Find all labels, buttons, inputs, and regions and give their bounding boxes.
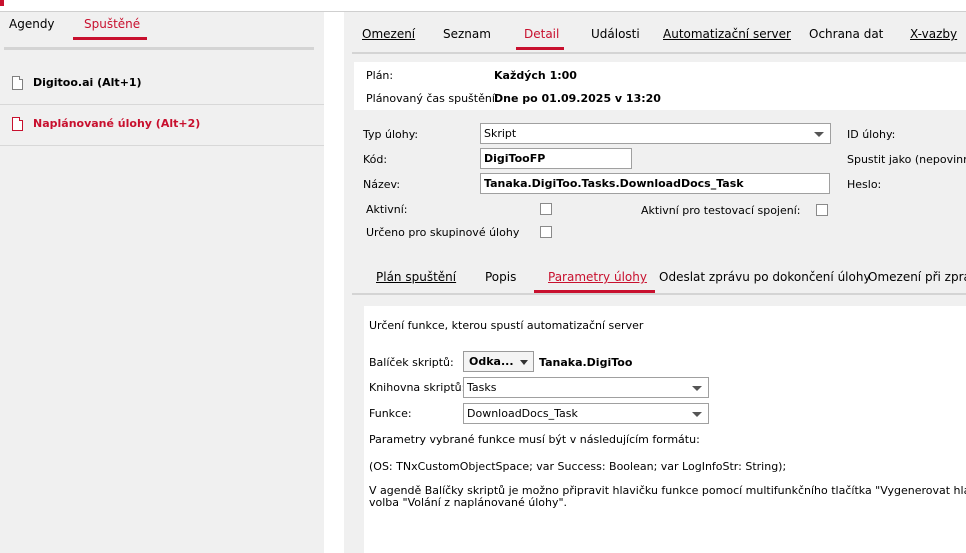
active-checkbox[interactable] — [540, 203, 552, 215]
code-label: Kód: — [363, 153, 388, 166]
nav-item-label: Digitoo.ai (Alt+1) — [33, 76, 142, 89]
tab-udalosti[interactable]: Události — [591, 27, 640, 41]
document-icon — [12, 117, 23, 131]
code-field[interactable]: DigiTooFP — [480, 148, 632, 169]
subtab-divider — [352, 293, 966, 295]
test-connection-checkbox[interactable] — [816, 204, 828, 216]
chevron-down-icon — [692, 386, 702, 391]
nav-item-label: Naplánované úlohy (Alt+2) — [33, 117, 201, 130]
task-parameters-panel — [364, 306, 966, 553]
library-value: Tasks — [467, 381, 497, 394]
format-note: Parametry vybrané funkce musí být v násl… — [369, 433, 700, 446]
subtab-plan-spusteni[interactable]: Plán spuštění — [376, 270, 456, 284]
group-tasks-checkbox[interactable] — [540, 226, 552, 238]
function-value: DownloadDocs_Task — [467, 407, 578, 420]
brand-mark — [0, 0, 4, 6]
active-label: Aktivní: — [366, 203, 408, 216]
type-value: Skript — [484, 127, 517, 140]
params-intro: Určení funkce, kterou spustí automatizač… — [369, 319, 644, 332]
pane-gap — [324, 12, 344, 553]
tab-spustene[interactable]: Spuštěné — [84, 17, 140, 31]
tab-label: Omezení — [362, 27, 416, 41]
function-label: Funkce: — [369, 407, 412, 420]
type-select[interactable]: Skript — [480, 123, 831, 144]
chevron-down-icon — [520, 360, 528, 365]
subtab-label: Parametry úlohy — [548, 270, 647, 284]
nav-item-digitoo[interactable]: Digitoo.ai (Alt+1) — [0, 64, 324, 105]
left-tab-divider — [4, 47, 314, 50]
tab-automatizacni-server[interactable]: Automatizační server — [663, 27, 791, 41]
tab-ochrana-dat[interactable]: Ochrana dat — [809, 27, 883, 41]
tab-label: Automatizační server — [663, 27, 791, 41]
package-value: Tanaka.DigiToo — [539, 356, 633, 369]
name-field[interactable]: Tanaka.DigiToo.Tasks.DownloadDocs_Task — [480, 173, 830, 194]
tab-agendy[interactable]: Agendy — [9, 17, 55, 31]
name-label: Název: — [363, 178, 401, 191]
active-tab-indicator — [516, 47, 564, 50]
test-connection-label: Aktivní pro testovací spojení: — [641, 204, 801, 217]
active-tab-indicator — [73, 37, 147, 40]
library-select[interactable]: Tasks — [463, 377, 709, 398]
id-label: ID úlohy: — [847, 128, 896, 141]
chevron-down-icon — [692, 412, 702, 417]
plan-value: Každých 1:00 — [494, 69, 577, 82]
subtab-odeslat-zpravu[interactable]: Odeslat zprávu po dokončení úlohy — [659, 270, 871, 284]
tab-x-vazby[interactable]: X-vazby — [910, 27, 957, 41]
package-button-label: Odka... — [469, 355, 514, 368]
top-strip — [0, 0, 966, 12]
chevron-down-icon — [814, 132, 824, 137]
document-icon — [12, 76, 23, 90]
subtab-omezeni-pri-zprave[interactable]: Omezení při zpra — [868, 270, 966, 284]
nav-item-naplanovane-ulohy[interactable]: Naplánované úlohy (Alt+2) — [0, 105, 324, 146]
hint-line-2: volba "Volání z naplánované úlohy". — [369, 496, 568, 509]
type-label: Typ úlohy: — [363, 128, 419, 141]
subtab-parametry-ulohy[interactable]: Parametry úlohy — [548, 270, 647, 284]
group-tasks-label: Určeno pro skupinové úlohy — [366, 226, 520, 239]
tab-omezeni[interactable]: Omezení — [362, 27, 415, 41]
package-dropdown-button[interactable]: Odka... — [463, 351, 534, 372]
scheduled-label: Plánovaný čas spuštění: — [366, 92, 499, 105]
function-signature: (OS: TNxCustomObjectSpace; var Success: … — [369, 460, 787, 473]
subtab-label: Plán spuštění — [376, 270, 457, 284]
tab-detail[interactable]: Detail — [524, 27, 559, 41]
package-label: Balíček skriptů: — [369, 356, 454, 369]
library-label: Knihovna skriptů: — [369, 381, 466, 394]
run-as-label: Spustit jako (nepovinné) — [847, 153, 966, 166]
tab-label: X-vazby — [910, 27, 958, 41]
function-select[interactable]: DownloadDocs_Task — [463, 403, 709, 424]
subtab-popis[interactable]: Popis — [485, 270, 516, 284]
tab-seznam[interactable]: Seznam — [443, 27, 491, 41]
scheduled-value: Dne po 01.09.2025 v 13:20 — [494, 92, 661, 105]
plan-label: Plán: — [366, 69, 394, 82]
right-tab-divider — [352, 52, 966, 54]
password-label: Heslo: — [847, 178, 882, 191]
